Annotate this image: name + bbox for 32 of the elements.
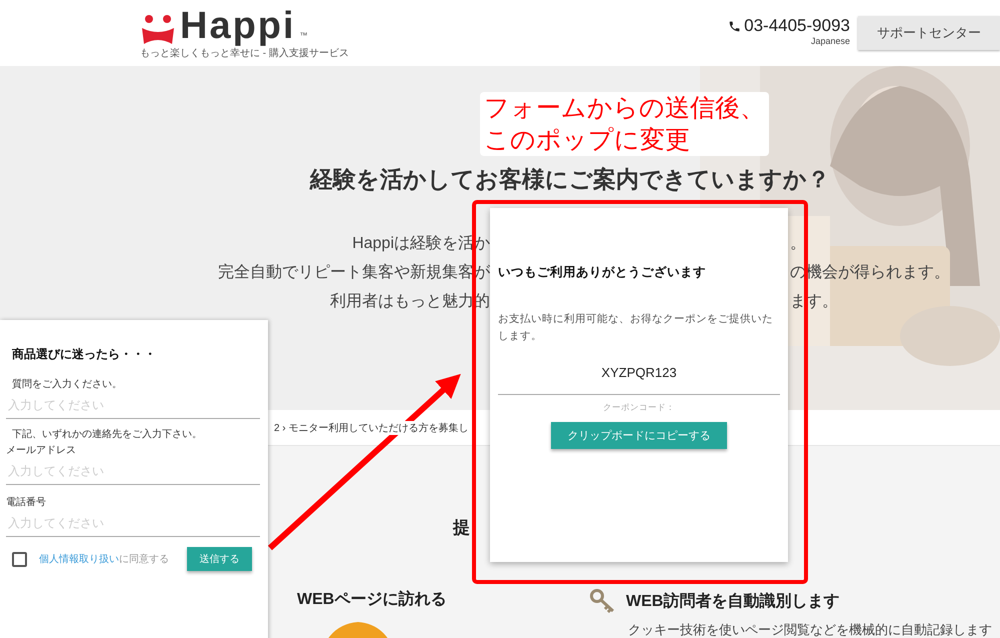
hero-text: 。: [790, 234, 807, 254]
coupon-code-label: クーポンコード：: [602, 402, 676, 414]
popup-title: いつもご利用ありがとうございます: [498, 264, 707, 281]
form-prompt: 下記、いずれかの連絡先をご入力下さい。: [12, 428, 203, 441]
consent-text: 個人情報取り扱いに同意する: [39, 552, 169, 566]
popup-message: お支払い時に利用可能な、お得なクーポンをご提供いたします。: [498, 312, 774, 344]
form-prompt: 質問をご入力ください。: [12, 378, 123, 391]
privacy-link[interactable]: 個人情報取り扱い: [39, 554, 119, 565]
phone-icon: [728, 20, 742, 32]
form-title: 商品選びに迷ったら・・・: [12, 346, 157, 363]
feature-title: WEB訪問者を自動識別します: [626, 591, 840, 612]
annotation-text: フォームからの送信後、 このポップに変更: [480, 92, 769, 156]
submit-button[interactable]: 送信する: [187, 547, 252, 571]
field-label: 電話番号: [6, 496, 47, 509]
feature-description: クッキー技術を使いページ閲覧などを機械的に自動記録します: [627, 621, 992, 638]
logo-text: Happi: [180, 6, 296, 46]
breadcrumb-text: 2 › モニター利用していただける方を募集し: [274, 420, 468, 434]
key-icon: [590, 589, 616, 613]
language-label: Japanese: [810, 36, 850, 46]
hero-text: ます。: [790, 292, 839, 312]
consent-checkbox[interactable]: [12, 552, 27, 566]
feature-title: WEBページに訪れる: [297, 589, 448, 610]
field-label: メールアドレス: [6, 444, 77, 457]
tagline: もっと楽しくもっと幸せに - 購入支援サービス: [140, 46, 349, 60]
logo-icon: [140, 14, 176, 46]
phone-number: 03-4405-9093: [744, 16, 850, 36]
hero-headline: 経験を活かしてお客様にご案内できていますか？: [310, 165, 830, 194]
support-center-button[interactable]: サポートセンター: [858, 16, 1000, 50]
section-heading: 提: [453, 517, 470, 539]
copy-button[interactable]: クリップボードにコピーする: [551, 422, 727, 449]
trademark: ™: [300, 31, 308, 40]
coupon-code-field[interactable]: XYZPQR123: [498, 365, 780, 395]
